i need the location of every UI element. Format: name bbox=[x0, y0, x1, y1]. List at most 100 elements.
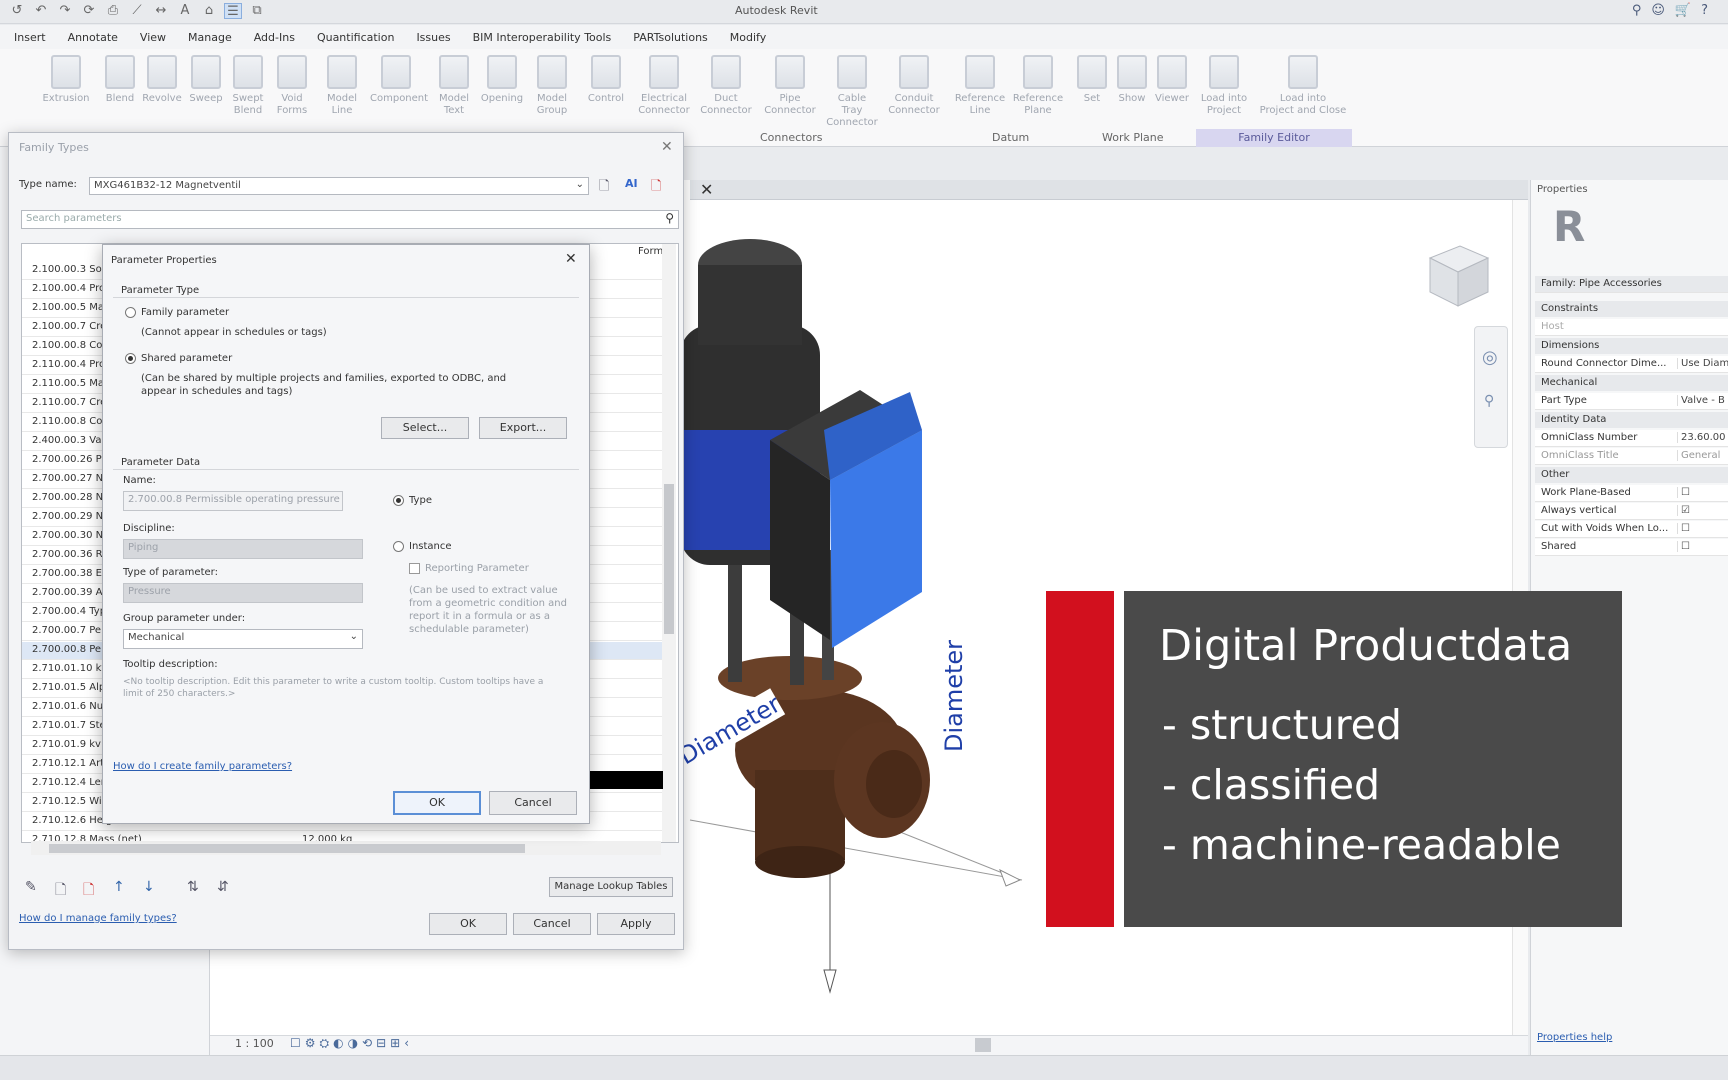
prop-part-type[interactable]: Part Type Valve - B bbox=[1535, 393, 1728, 410]
undo-icon[interactable]: ↶ bbox=[32, 3, 50, 19]
move-up-icon[interactable]: ↑ bbox=[113, 879, 125, 895]
section-identity-data[interactable]: Identity Data bbox=[1535, 412, 1728, 428]
model-group-button[interactable]: Model Group bbox=[526, 55, 578, 117]
cancel-button[interactable]: Cancel bbox=[513, 913, 591, 935]
instance-radio[interactable] bbox=[393, 541, 404, 552]
load-into-project-button[interactable]: Load into Project bbox=[1198, 55, 1250, 117]
tab-modify[interactable]: Modify bbox=[730, 31, 766, 44]
export-button[interactable]: Export... bbox=[479, 417, 567, 439]
prop-round-connector[interactable]: Round Connector Dime... Use Diam bbox=[1535, 356, 1728, 373]
reporting-parameter-checkbox[interactable] bbox=[409, 563, 420, 574]
measure-icon[interactable]: ⟋ bbox=[128, 3, 146, 19]
duct-connector-button[interactable]: Duct Connector bbox=[700, 55, 752, 117]
steering-wheel-icon[interactable]: ◎ bbox=[1482, 347, 1498, 368]
conduit-connector-button[interactable]: Conduit Connector bbox=[888, 55, 940, 117]
tab-view[interactable]: View bbox=[140, 31, 166, 44]
tab-manage[interactable]: Manage bbox=[188, 31, 232, 44]
cart-icon[interactable]: 🛒 bbox=[1675, 3, 1691, 18]
section-dimensions[interactable]: Dimensions bbox=[1535, 338, 1728, 354]
load-into-project-and-close-button[interactable]: Load into Project and Close bbox=[1258, 55, 1348, 117]
model-text-button[interactable]: Model Text bbox=[428, 55, 480, 117]
binoculars-icon[interactable]: ⚲ bbox=[1632, 3, 1642, 18]
viewcube-icon[interactable] bbox=[1410, 228, 1500, 318]
close-icon[interactable]: ✕ bbox=[661, 139, 673, 155]
view-scroll-thumb[interactable] bbox=[975, 1038, 991, 1052]
tab-bim-interoperability[interactable]: BIM Interoperability Tools bbox=[473, 31, 612, 44]
select-button[interactable]: Select... bbox=[381, 417, 469, 439]
rename-type-icon[interactable]: AI bbox=[625, 177, 638, 190]
open-icon[interactable]: ↺ bbox=[8, 3, 26, 19]
tab-partsolutions[interactable]: PARTsolutions bbox=[633, 31, 708, 44]
prop-host[interactable]: Host bbox=[1535, 319, 1728, 336]
cable-tray-connector-button[interactable]: Cable Tray Connector bbox=[826, 55, 878, 129]
group-parameter-select[interactable]: Mechanical ⌄ bbox=[123, 629, 363, 649]
sort-descending-icon[interactable]: ⇵ bbox=[217, 879, 229, 895]
reference-plane-button[interactable]: Reference Plane bbox=[1012, 55, 1064, 117]
sort-ascending-icon[interactable]: ⇅ bbox=[187, 879, 199, 895]
pipe-connector-button[interactable]: Pipe Connector bbox=[764, 55, 816, 117]
tab-annotate[interactable]: Annotate bbox=[68, 31, 118, 44]
close-view-icon[interactable]: ✕ bbox=[700, 180, 713, 199]
properties-help-link[interactable]: Properties help bbox=[1537, 1032, 1612, 1043]
help-icon[interactable]: ? bbox=[1701, 3, 1708, 18]
prop-always-vertical[interactable]: Always vertical ☑ bbox=[1535, 503, 1728, 520]
dimension-icon[interactable]: ↔ bbox=[152, 3, 170, 19]
view-scale[interactable]: 1 : 100 bbox=[235, 1037, 274, 1050]
prop-omniclass-title[interactable]: OmniClass Title General bbox=[1535, 448, 1728, 465]
manage-lookup-tables-button[interactable]: Manage Lookup Tables bbox=[549, 877, 673, 897]
prop-cut-with-voids[interactable]: Cut with Voids When Lo... ☐ bbox=[1535, 521, 1728, 538]
tab-add-ins[interactable]: Add-Ins bbox=[254, 31, 295, 44]
manage-family-types-link[interactable]: How do I manage family types? bbox=[19, 913, 177, 924]
print-icon[interactable]: ⎙ bbox=[104, 3, 122, 19]
section-other[interactable]: Other bbox=[1535, 467, 1728, 483]
reference-line-button[interactable]: Reference Line bbox=[954, 55, 1006, 117]
navigation-bar[interactable]: ◎ ⚲ bbox=[1474, 326, 1508, 448]
cancel-button[interactable]: Cancel bbox=[489, 791, 577, 815]
component-button[interactable]: Component bbox=[370, 55, 428, 105]
view-control-icons[interactable]: ☐⚙⛭◐◑⟲⊟⊞‹ bbox=[290, 1036, 413, 1051]
view-3d-icon[interactable]: ⌂ bbox=[200, 3, 218, 19]
shared-parameter-radio[interactable] bbox=[125, 353, 136, 364]
viewer-button[interactable]: Viewer bbox=[1146, 55, 1198, 105]
extrusion-button[interactable]: Extrusion bbox=[40, 55, 92, 105]
section-mechanical[interactable]: Mechanical bbox=[1535, 375, 1728, 391]
formula-cell-active[interactable] bbox=[585, 771, 663, 789]
move-down-icon[interactable]: ↓ bbox=[143, 879, 155, 895]
prop-work-plane-based[interactable]: Work Plane-Based ☐ bbox=[1535, 485, 1728, 502]
section-constraints[interactable]: Constraints bbox=[1535, 301, 1728, 317]
new-type-icon[interactable]: 🗋 bbox=[599, 177, 609, 199]
search-parameters-input[interactable]: Search parameters ⚲ bbox=[21, 210, 679, 229]
type-selector-icon[interactable]: R bbox=[1553, 202, 1585, 251]
prop-shared[interactable]: Shared ☐ bbox=[1535, 539, 1728, 556]
new-parameter-icon[interactable]: 🗋 bbox=[55, 879, 66, 903]
user-icon[interactable]: ☺ bbox=[1651, 3, 1665, 18]
model-line-button[interactable]: Model Line bbox=[316, 55, 368, 117]
delete-type-icon[interactable]: 🗋 bbox=[651, 177, 661, 199]
edit-parameter-icon[interactable]: ✎ bbox=[25, 879, 37, 895]
type-radio[interactable] bbox=[393, 495, 404, 506]
thin-lines-icon[interactable]: ☰ bbox=[224, 3, 242, 19]
create-family-parameters-link[interactable]: How do I create family parameters? bbox=[113, 761, 292, 772]
switch-windows-icon[interactable]: ⧉ bbox=[248, 3, 266, 19]
redo-icon[interactable]: ↷ bbox=[56, 3, 74, 19]
text-icon[interactable]: A bbox=[176, 3, 194, 19]
apply-button[interactable]: Apply bbox=[597, 913, 675, 935]
delete-parameter-icon[interactable]: 🗋 bbox=[83, 879, 94, 903]
close-icon[interactable]: ✕ bbox=[565, 251, 577, 267]
void-forms-button[interactable]: Void Forms bbox=[266, 55, 318, 117]
prop-omniclass-number[interactable]: OmniClass Number 23.60.00 bbox=[1535, 430, 1728, 447]
electrical-connector-button[interactable]: Electrical Connector bbox=[638, 55, 690, 117]
ok-button[interactable]: OK bbox=[429, 913, 507, 935]
horizontal-scroll-thumb[interactable] bbox=[49, 844, 525, 853]
tab-issues[interactable]: Issues bbox=[416, 31, 450, 44]
family-selector[interactable]: Family: Pipe Accessories bbox=[1535, 276, 1728, 293]
tab-insert[interactable]: Insert bbox=[14, 31, 46, 44]
type-name-select[interactable]: MXG461B32-12 Magnetventil ⌄ bbox=[89, 177, 589, 195]
control-button[interactable]: Control bbox=[580, 55, 632, 105]
ok-button[interactable]: OK bbox=[393, 791, 481, 815]
table-scroll-thumb[interactable] bbox=[664, 484, 674, 634]
zoom-icon[interactable]: ⚲ bbox=[1484, 393, 1494, 409]
family-parameter-radio[interactable] bbox=[125, 307, 136, 318]
tab-quantification[interactable]: Quantification bbox=[317, 31, 395, 44]
opening-button[interactable]: Opening bbox=[476, 55, 528, 105]
